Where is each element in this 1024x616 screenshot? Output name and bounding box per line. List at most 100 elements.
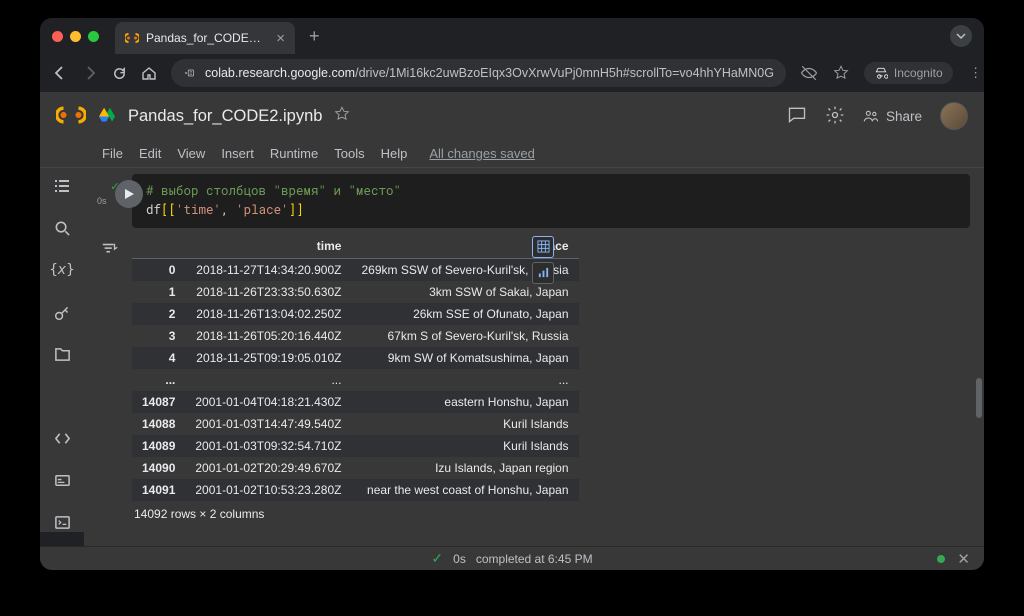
col-time: time	[185, 234, 351, 259]
table-row: 140882001-01-03T14:47:49.540ZKuril Islan…	[132, 413, 579, 435]
secrets-key-icon[interactable]	[52, 302, 72, 322]
menu-edit[interactable]: Edit	[139, 146, 161, 161]
row-index: 14091	[132, 479, 185, 501]
row-index: 2	[132, 303, 185, 325]
table-row: 140872001-01-04T04:18:21.430Zeastern Hon…	[132, 391, 579, 413]
scrollbar-thumb[interactable]	[976, 378, 982, 418]
titlebar: Pandas_for_CODE2.ipynb - C × +	[40, 18, 984, 54]
notebook-area[interactable]: ✓ 0s # выбор столбцов "время" и "место" …	[84, 168, 984, 546]
cell-time: ...	[185, 369, 351, 391]
incognito-badge[interactable]: Incognito	[864, 62, 953, 84]
cell-place: ...	[351, 369, 578, 391]
variables-icon[interactable]: {x}	[52, 260, 72, 280]
home-icon[interactable]	[141, 65, 157, 81]
save-status[interactable]: All changes saved	[429, 146, 535, 161]
output-filter-icon[interactable]	[100, 240, 120, 260]
cell-place: 26km SSE of Ofunato, Japan	[351, 303, 578, 325]
table-row: 140912001-01-02T10:53:23.280Znear the we…	[132, 479, 579, 501]
close-status-icon[interactable]: ✕	[957, 550, 970, 568]
window-chevron-icon[interactable]	[950, 25, 972, 47]
table-view-icon[interactable]	[532, 236, 554, 258]
table-header-row: time place	[132, 234, 579, 259]
browser-tab[interactable]: Pandas_for_CODE2.ipynb - C ×	[115, 22, 295, 54]
tab-close-icon[interactable]: ×	[276, 30, 285, 47]
dataframe-table: time place 02018-11-27T14:34:20.900Z269k…	[132, 234, 579, 501]
row-index: 14089	[132, 435, 185, 457]
star-icon[interactable]	[334, 106, 350, 127]
site-info-icon[interactable]	[183, 67, 195, 79]
drive-icon[interactable]	[98, 107, 116, 126]
row-index: 0	[132, 258, 185, 281]
user-avatar[interactable]	[940, 102, 968, 130]
row-index: 14088	[132, 413, 185, 435]
cell-time: 2018-11-25T09:19:05.010Z	[185, 347, 351, 369]
table-row: 32018-11-26T05:20:16.440Z67km S of Sever…	[132, 325, 579, 347]
nav-forward-icon[interactable]	[82, 65, 98, 81]
tab-title: Pandas_for_CODE2.ipynb - C	[146, 31, 265, 45]
settings-gear-icon[interactable]	[825, 105, 845, 128]
table-row: 140892001-01-03T09:32:54.710ZKuril Islan…	[132, 435, 579, 457]
eye-off-icon[interactable]	[800, 64, 818, 82]
share-label: Share	[886, 109, 922, 124]
table-row: 02018-11-27T14:34:20.900Z269km SSW of Se…	[132, 258, 579, 281]
table-row: 140902001-01-02T20:29:49.670ZIzu Islands…	[132, 457, 579, 479]
colab-header: Pandas_for_CODE2.ipynb Share	[40, 92, 984, 140]
code-cell[interactable]: ✓ 0s # выбор столбцов "время" и "место" …	[98, 174, 970, 527]
new-tab-button[interactable]: +	[309, 26, 320, 47]
cell-exec-time: 0s	[97, 196, 107, 206]
browser-window: Pandas_for_CODE2.ipynb - C × + colab.res…	[40, 18, 984, 570]
menu-help[interactable]: Help	[381, 146, 408, 161]
cell-place: 9km SW of Komatsushima, Japan	[351, 347, 578, 369]
command-palette-icon[interactable]	[52, 470, 72, 490]
toc-icon[interactable]	[52, 176, 72, 196]
colab-favicon-icon	[125, 31, 139, 45]
minimize-window-button[interactable]	[70, 31, 81, 42]
cell-time: 2018-11-26T23:33:50.630Z	[185, 281, 351, 303]
cell-place: 67km S of Severo-Kuril'sk, Russia	[351, 325, 578, 347]
row-index: 3	[132, 325, 185, 347]
cell-time: 2018-11-26T13:04:02.250Z	[185, 303, 351, 325]
cell-time: 2001-01-03T09:32:54.710Z	[185, 435, 351, 457]
url-box[interactable]: colab.research.google.com/drive/1Mi16kc2…	[171, 59, 786, 87]
menubar: File Edit View Insert Runtime Tools Help…	[40, 140, 984, 168]
cell-time: 2001-01-03T14:47:49.540Z	[185, 413, 351, 435]
chart-view-icon[interactable]	[532, 262, 554, 284]
code-comment: # выбор столбцов "время" и "место"	[146, 183, 401, 199]
colab-logo-icon[interactable]	[56, 105, 86, 128]
url-text: colab.research.google.com/drive/1Mi16kc2…	[205, 66, 774, 80]
cell-output: time place 02018-11-27T14:34:20.900Z269k…	[132, 234, 970, 527]
kernel-status-dot	[937, 555, 945, 563]
bookmark-star-icon[interactable]	[832, 65, 850, 81]
menu-runtime[interactable]: Runtime	[270, 146, 318, 161]
row-index: 4	[132, 347, 185, 369]
share-people-icon	[863, 108, 879, 124]
run-cell-button[interactable]	[115, 180, 143, 208]
status-check-icon: ✓	[431, 550, 443, 567]
cell-place: near the west coast of Honshu, Japan	[351, 479, 578, 501]
share-button[interactable]: Share	[863, 108, 922, 124]
cell-place: Kuril Islands	[351, 413, 578, 435]
cell-time: 2001-01-02T10:53:23.280Z	[185, 479, 351, 501]
cell-time: 2018-11-27T14:34:20.900Z	[185, 258, 351, 281]
menu-file[interactable]: File	[102, 146, 123, 161]
code-snippets-icon[interactable]	[52, 428, 72, 448]
menu-tools[interactable]: Tools	[334, 146, 364, 161]
menu-insert[interactable]: Insert	[221, 146, 254, 161]
code-editor[interactable]: # выбор столбцов "время" и "место" df[['…	[132, 174, 970, 228]
browser-menu-icon[interactable]: ⋮	[967, 65, 984, 81]
nav-back-icon[interactable]	[52, 65, 68, 81]
document-title[interactable]: Pandas_for_CODE2.ipynb	[128, 107, 322, 126]
comment-icon[interactable]	[787, 105, 807, 128]
maximize-window-button[interactable]	[88, 31, 99, 42]
search-icon[interactable]	[52, 218, 72, 238]
reload-icon[interactable]	[112, 66, 127, 81]
menu-view[interactable]: View	[177, 146, 205, 161]
close-window-button[interactable]	[52, 31, 63, 42]
traffic-lights	[52, 31, 99, 42]
table-row: 42018-11-25T09:19:05.010Z9km SW of Komat…	[132, 347, 579, 369]
files-icon[interactable]	[52, 344, 72, 364]
terminal-icon[interactable]	[52, 512, 72, 532]
table-row: .........	[132, 369, 579, 391]
cell-place: Kuril Islands	[351, 435, 578, 457]
dataframe-shape: 14092 rows × 2 columns	[132, 501, 970, 527]
